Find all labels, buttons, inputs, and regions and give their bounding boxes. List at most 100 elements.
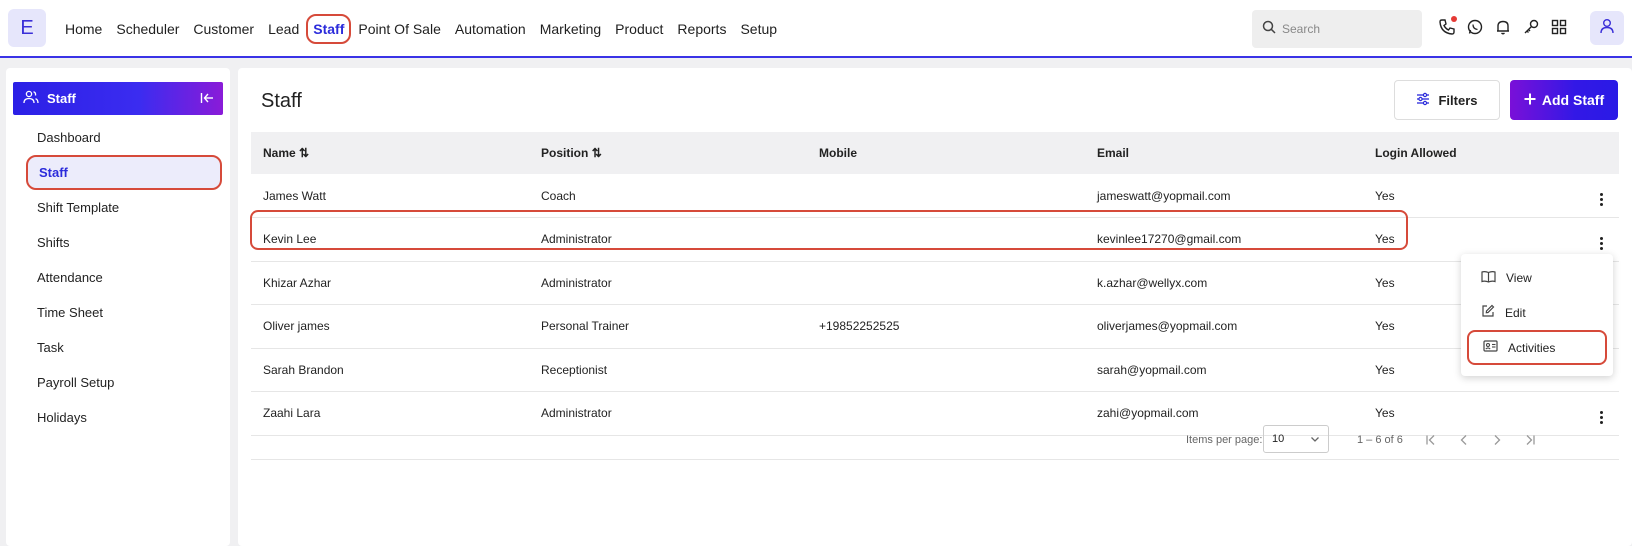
sidebar-item-task[interactable]: Task xyxy=(6,330,230,365)
cell-email: kevinlee17270@gmail.com xyxy=(1097,232,1242,247)
sidebar-item-shifts[interactable]: Shifts xyxy=(6,225,230,260)
cell-name: Khizar Azhar xyxy=(263,275,332,290)
bell-icon[interactable] xyxy=(1492,16,1514,38)
next-page-icon[interactable] xyxy=(1489,432,1505,448)
nav-customer[interactable]: Customer xyxy=(186,14,261,44)
add-staff-button[interactable]: Add Staff xyxy=(1510,80,1618,120)
table-header-row: Name ⇅ Position ⇅ Mobile Email Login All… xyxy=(251,132,1619,174)
table-row[interactable]: Sarah Brandon Receptionist sarah@yopmail… xyxy=(251,348,1619,392)
plus-icon xyxy=(1524,92,1536,108)
id-card-icon xyxy=(1483,340,1498,355)
page-range: 1 – 6 of 6 xyxy=(1357,434,1403,446)
cell-position: Receptionist xyxy=(541,362,608,377)
nav-reports[interactable]: Reports xyxy=(670,14,733,44)
col-header-actions xyxy=(1583,132,1619,174)
cell-mobile xyxy=(807,174,1085,218)
top-navbar: E Home Scheduler Customer Lead Staff Poi… xyxy=(0,0,1632,58)
col-header-mobile: Mobile xyxy=(819,146,857,160)
nav-setup[interactable]: Setup xyxy=(733,14,784,44)
sidebar-header-label: Staff xyxy=(47,91,76,106)
sidebar: Staff Dashboard Staff Shift Template Shi… xyxy=(6,68,230,546)
cell-name: Sarah Brandon xyxy=(263,362,344,377)
cell-name: Oliver james xyxy=(263,319,330,334)
sidebar-item-dashboard[interactable]: Dashboard xyxy=(6,120,230,155)
nav-marketing[interactable]: Marketing xyxy=(533,14,608,44)
user-icon xyxy=(1598,17,1616,40)
cell-email: sarah@yopmail.com xyxy=(1097,362,1207,377)
first-page-icon[interactable] xyxy=(1423,432,1439,448)
key-icon[interactable] xyxy=(1520,16,1542,38)
nav-scheduler[interactable]: Scheduler xyxy=(109,14,186,44)
cell-email: k.azhar@wellyx.com xyxy=(1097,275,1208,290)
sidebar-item-staff[interactable]: Staff xyxy=(26,155,222,190)
menu-item-label: Edit xyxy=(1505,305,1526,320)
user-avatar-button[interactable] xyxy=(1590,11,1624,45)
sidebar-header: Staff xyxy=(13,82,223,115)
col-header-name[interactable]: Name ⇅ xyxy=(251,132,529,174)
book-icon xyxy=(1481,270,1496,286)
table-row[interactable]: Kevin Lee Administrator kevinlee17270@gm… xyxy=(251,218,1619,262)
nav-home[interactable]: Home xyxy=(58,14,109,44)
staff-table: Name ⇅ Position ⇅ Mobile Email Login All… xyxy=(251,132,1619,436)
menu-item-activities[interactable]: Activities xyxy=(1467,330,1607,365)
table-row[interactable]: James Watt Coach jameswatt@yopmail.com Y… xyxy=(251,174,1619,218)
menu-item-label: Activities xyxy=(1508,340,1556,355)
sidebar-item-attendance[interactable]: Attendance xyxy=(6,260,230,295)
last-page-icon[interactable] xyxy=(1522,432,1538,448)
previous-page-icon[interactable] xyxy=(1456,432,1472,448)
search-icon xyxy=(1262,20,1276,39)
nav-staff[interactable]: Staff xyxy=(306,14,352,44)
col-header-email: Email xyxy=(1097,146,1130,160)
menu-item-edit[interactable]: Edit xyxy=(1461,295,1613,330)
more-options-icon[interactable] xyxy=(1599,236,1603,250)
sidebar-item-time-sheet[interactable]: Time Sheet xyxy=(6,295,230,330)
whatsapp-icon[interactable] xyxy=(1464,16,1486,38)
nav-automation[interactable]: Automation xyxy=(448,14,533,44)
top-icon-group xyxy=(1436,16,1570,38)
cell-position: Coach xyxy=(541,188,576,203)
main-nav: Home Scheduler Customer Lead Staff Point… xyxy=(58,0,784,58)
apps-grid-icon[interactable] xyxy=(1548,16,1570,38)
filters-button[interactable]: Filters xyxy=(1394,80,1500,120)
more-options-icon[interactable] xyxy=(1599,193,1603,206)
main-panel: Staff Filters Add Staff Name ⇅ Position … xyxy=(238,68,1632,546)
app-logo[interactable]: E xyxy=(8,9,46,47)
sidebar-menu: Dashboard Staff Shift Template Shifts At… xyxy=(6,120,230,435)
sort-icon[interactable]: ⇅ xyxy=(592,146,602,160)
nav-lead[interactable]: Lead xyxy=(261,14,306,44)
col-header-position[interactable]: Position ⇅ xyxy=(529,132,807,174)
cell-mobile: +19852252525 xyxy=(819,319,900,334)
items-per-page-select[interactable]: 10 xyxy=(1263,425,1329,453)
sidebar-item-holidays[interactable]: Holidays xyxy=(6,400,230,435)
nav-product[interactable]: Product xyxy=(608,14,670,44)
cell-position: Personal Trainer xyxy=(541,319,630,334)
cell-mobile xyxy=(807,218,1085,262)
collapse-sidebar-icon[interactable] xyxy=(199,90,215,109)
edit-icon xyxy=(1481,304,1495,321)
col-header-login-allowed: Login Allowed xyxy=(1375,146,1457,160)
search-input[interactable]: Search xyxy=(1252,10,1422,48)
cell-email: jameswatt@yopmail.com xyxy=(1097,188,1231,203)
table-row[interactable]: Oliver james Personal Trainer +198522525… xyxy=(251,305,1619,348)
notification-dot xyxy=(1451,16,1457,22)
nav-point-of-sale[interactable]: Point Of Sale xyxy=(351,14,448,44)
row-actions-menu: View Edit Activities xyxy=(1461,254,1613,376)
sidebar-item-payroll-setup[interactable]: Payroll Setup xyxy=(6,365,230,400)
sidebar-item-shift-template[interactable]: Shift Template xyxy=(6,190,230,225)
table-row[interactable]: Khizar Azhar Administrator k.azhar@welly… xyxy=(251,261,1619,305)
menu-item-view[interactable]: View xyxy=(1461,260,1613,295)
chevron-down-icon xyxy=(1310,434,1320,447)
phone-icon[interactable] xyxy=(1436,16,1458,38)
cell-login-allowed: Yes xyxy=(1375,188,1395,203)
items-per-page-value: 10 xyxy=(1272,433,1285,445)
cell-position: Administrator xyxy=(541,232,612,247)
sort-icon[interactable]: ⇅ xyxy=(299,146,309,160)
cell-mobile xyxy=(807,261,1085,305)
page-title: Staff xyxy=(261,90,302,112)
cell-name: James Watt xyxy=(263,188,326,203)
cell-email: oliverjames@yopmail.com xyxy=(1097,319,1238,334)
cell-name: Kevin Lee xyxy=(263,232,317,247)
menu-item-label: View xyxy=(1506,270,1532,285)
cell-position: Administrator xyxy=(541,275,612,290)
cell-mobile xyxy=(807,348,1085,392)
